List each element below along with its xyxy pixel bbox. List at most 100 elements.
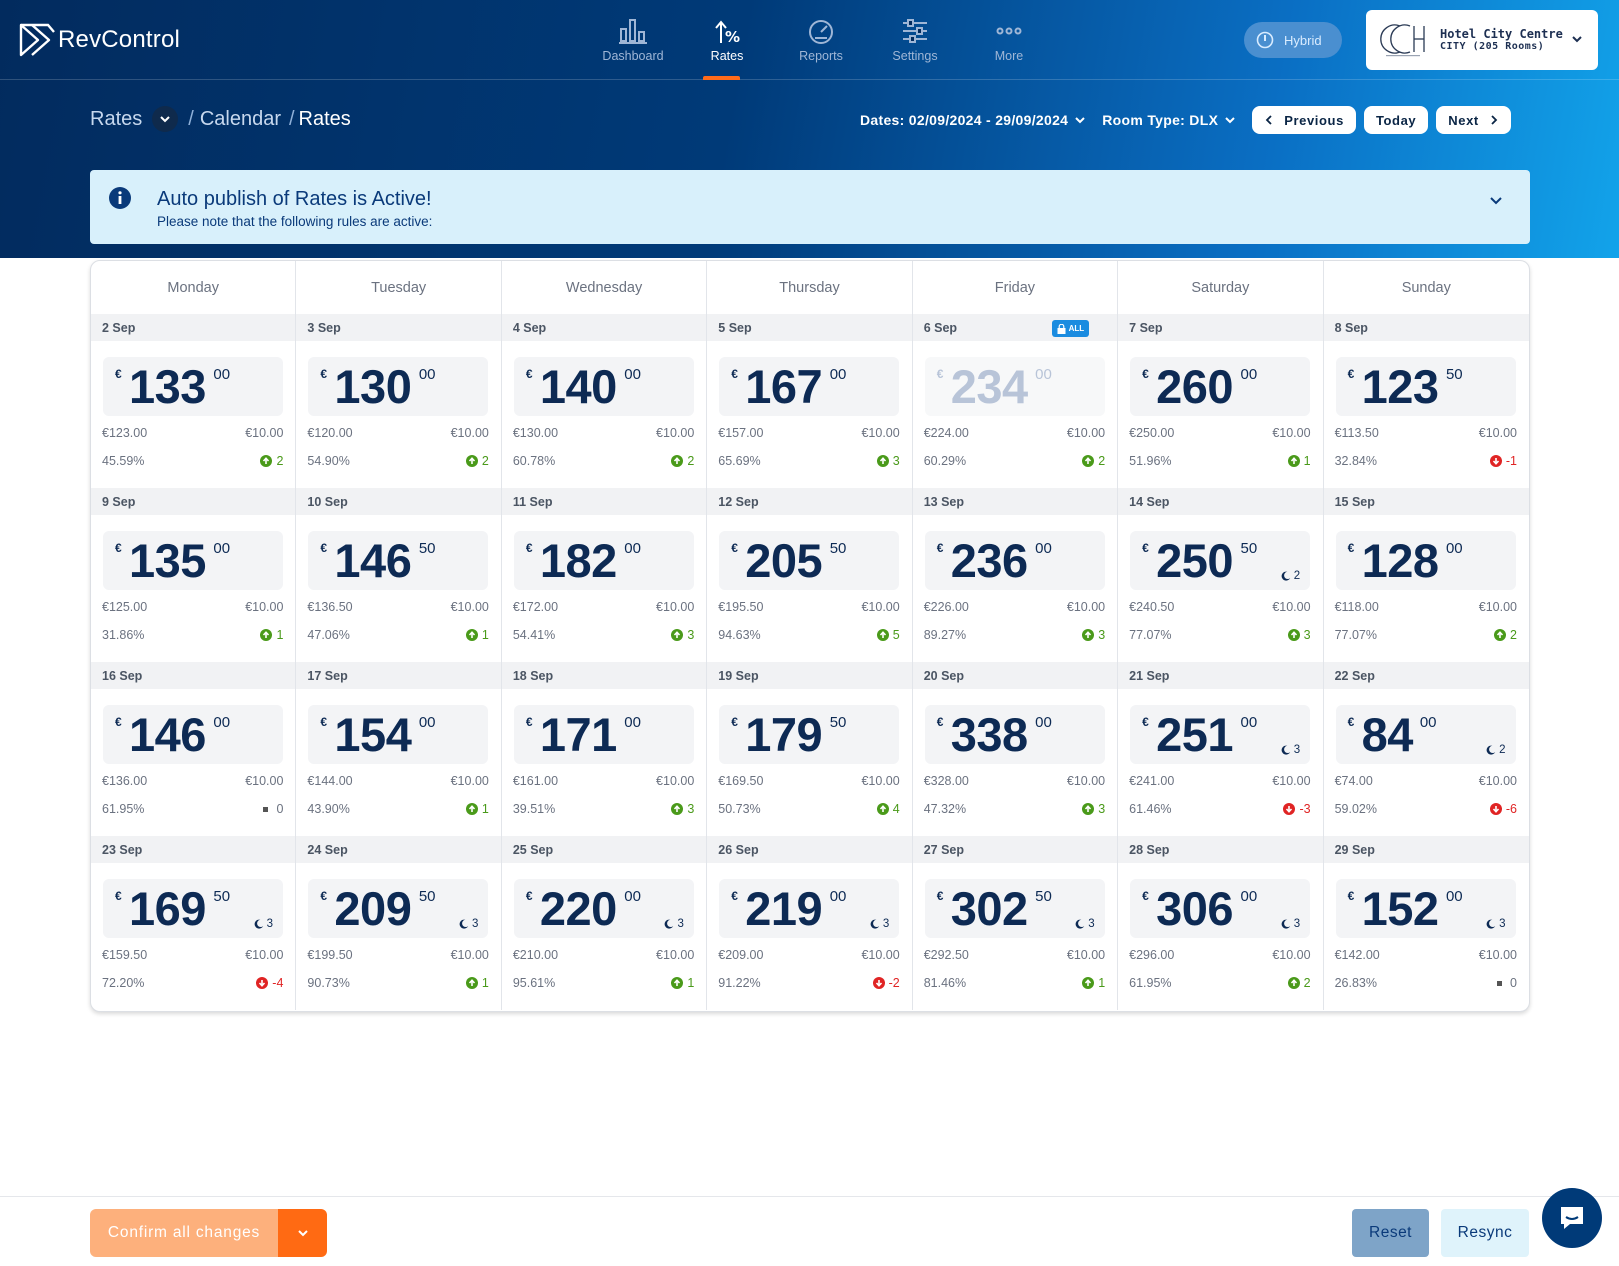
rate-price-field[interactable]: €251 00 3 (1130, 705, 1311, 764)
previous-button[interactable]: Previous (1252, 106, 1356, 134)
price-integer: 128 (1361, 534, 1439, 587)
date-range-filter[interactable]: Dates: 02/09/2024 - 29/09/2024 (860, 112, 1086, 128)
nav-rates[interactable]: % Rates (680, 0, 774, 80)
nav-more[interactable]: More (962, 0, 1056, 80)
rate-price-field[interactable]: €167 00 (719, 357, 900, 416)
rate-price-field[interactable]: €128 00 (1335, 531, 1516, 590)
rate-price-field[interactable]: €260 00 (1130, 357, 1311, 416)
occupancy-value: 43.90% (307, 802, 350, 816)
rate-adjustment: €10.00 (1272, 426, 1311, 440)
min-stay-value: 3 (882, 918, 890, 930)
occupancy-row: 59.02% -6 (1335, 802, 1517, 816)
lock-icon (1057, 323, 1066, 334)
nav-reports[interactable]: Reports (774, 0, 868, 80)
price-integer: 219 (745, 882, 823, 935)
min-stay-indicator: 3 (459, 918, 478, 930)
rate-price-field[interactable]: €171 00 (513, 705, 694, 764)
hotel-subtitle: CITY (205 Rooms) (1440, 41, 1545, 53)
currency-symbol: € (1347, 541, 1355, 555)
rate-price-field[interactable]: €234 00 (924, 357, 1105, 416)
price-decimal: 50 (1035, 888, 1052, 905)
today-button[interactable]: Today (1363, 106, 1429, 134)
rate-price-field[interactable]: €146 00 (103, 705, 283, 764)
min-stay-value: 3 (1088, 918, 1095, 930)
rate-price-field[interactable]: €236 00 (924, 531, 1105, 590)
base-rate: €209.00 (718, 948, 764, 962)
breadcrumb-dropdown[interactable] (152, 106, 179, 132)
min-stay-indicator: 2 (1486, 744, 1506, 756)
occupancy-value: 60.29% (923, 454, 967, 468)
rate-price-field[interactable]: €306 00 3 (1130, 879, 1311, 938)
rate-price-field[interactable]: €220 00 3 (513, 879, 694, 938)
price-integer: 167 (745, 360, 823, 413)
chevron-down-icon[interactable] (1488, 192, 1504, 208)
resync-button[interactable]: Resync (1441, 1209, 1529, 1257)
nav-dashboard[interactable]: Dashboard (586, 0, 680, 80)
app-logo[interactable]: RevControl (18, 20, 180, 60)
rate-adjustment: €10.00 (1272, 948, 1311, 962)
locked-all-badge[interactable]: ALL (1051, 320, 1090, 337)
breadcrumb-calendar[interactable]: Calendar (200, 108, 281, 131)
base-rate: €328.00 (923, 774, 969, 788)
currency-symbol: € (115, 367, 122, 381)
rate-price-field[interactable]: €130 00 (308, 357, 489, 416)
rate-price-field[interactable]: €123 50 (1335, 357, 1516, 416)
breadcrumb-rates[interactable]: Rates (90, 108, 142, 131)
rate-adjustment: €10.00 (1478, 774, 1517, 788)
price-decimal: 00 (829, 366, 847, 383)
day-date-label: 12 Sep (718, 494, 759, 509)
rate-price-field[interactable]: €302 50 3 (924, 879, 1105, 938)
price-integer: 154 (334, 708, 412, 761)
rate-price-field[interactable]: €219 00 3 (719, 879, 900, 938)
min-stay-value: 3 (266, 918, 273, 930)
room-type-filter[interactable]: Room Type: DLX (1102, 112, 1236, 128)
min-stay-value: 3 (472, 918, 479, 930)
chat-launcher[interactable] (1542, 1188, 1602, 1248)
rate-price-field[interactable]: €182 00 (513, 531, 694, 590)
rate-price-field[interactable]: €205 50 (719, 531, 900, 590)
currency-symbol: € (320, 541, 328, 555)
rate-adjustment: €10.00 (861, 426, 900, 440)
rate-price-field[interactable]: €169 50 3 (103, 879, 283, 938)
drop-gauge-icon (1256, 31, 1274, 49)
rate-price-field[interactable]: €179 50 (719, 705, 900, 764)
rate-price-field[interactable]: €146 50 (308, 531, 489, 590)
pickup-indicator: 2 (1082, 454, 1105, 468)
rate-price-field[interactable]: €338 00 (924, 705, 1105, 764)
rate-details-row: €241.00 €10.00 (1129, 774, 1310, 788)
mode-toggle[interactable]: Hybrid (1244, 22, 1342, 58)
rate-price-field[interactable]: €84 00 2 (1335, 705, 1516, 764)
price-decimal: 50 (829, 540, 847, 557)
confirm-options-dropdown[interactable] (278, 1209, 327, 1257)
day-date-label: 13 Sep (923, 494, 965, 509)
next-label: Next (1448, 112, 1479, 128)
chevron-down-icon (1075, 117, 1085, 124)
rate-price-field[interactable]: €250 50 2 (1130, 531, 1311, 590)
reset-button[interactable]: Reset (1352, 1209, 1429, 1257)
price-integer: 135 (129, 534, 206, 587)
rate-details-row: €125.00 €10.00 (102, 600, 283, 614)
rate-price-field[interactable]: €152 00 3 (1335, 879, 1516, 938)
day-date-label: 19 Sep (718, 668, 759, 683)
rate-price-field[interactable]: €133 00 (103, 357, 283, 416)
price-decimal: 00 (624, 888, 641, 905)
rate-price-field[interactable]: €209 50 3 (308, 879, 489, 938)
next-button[interactable]: Next (1436, 106, 1511, 134)
pickup-indicator: -4 (256, 976, 283, 990)
rate-price-field[interactable]: €140 00 (513, 357, 694, 416)
confirm-all-changes-button[interactable]: Confirm all changes (90, 1209, 278, 1257)
hotel-logo-icon (1380, 24, 1425, 57)
day-cell: 24 Sep €209 50 3 €199.50 €10.00 90.73% 1 (296, 836, 502, 1010)
rate-price-field[interactable]: €135 00 (103, 531, 283, 590)
pickup-indicator: 1 (1082, 976, 1105, 990)
pickup-value: 3 (687, 628, 695, 642)
min-stay-value: 3 (1293, 744, 1301, 756)
rate-price-field[interactable]: €154 00 (308, 705, 489, 764)
day-date-label: 4 Sep (512, 320, 547, 335)
weekday-header: Saturday (1118, 261, 1324, 314)
nav-settings[interactable]: Settings (868, 0, 962, 80)
hotel-selector[interactable]: Hotel City Centre CITY (205 Rooms) (1366, 10, 1598, 70)
pickup-indicator: 1 (671, 976, 694, 990)
occupancy-row: 60.29% 2 (924, 454, 1105, 468)
base-rate: €123.00 (102, 426, 148, 440)
